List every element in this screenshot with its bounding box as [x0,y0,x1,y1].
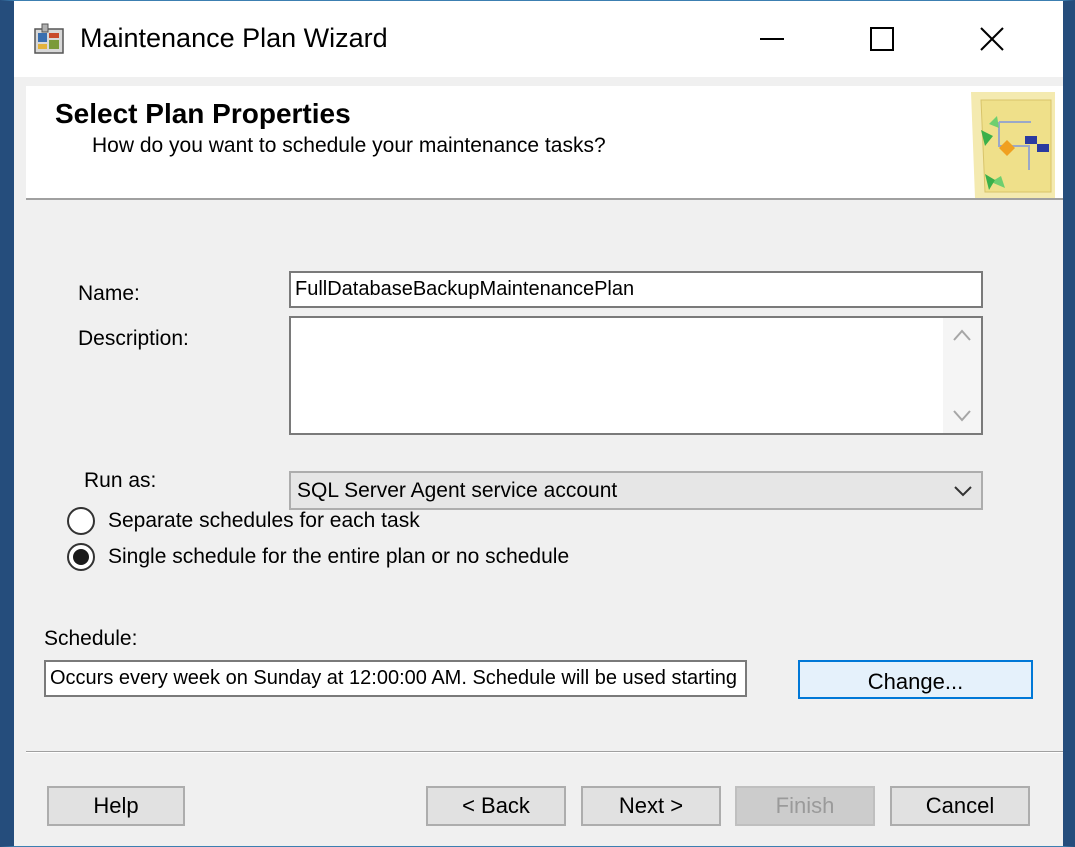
page-subtitle: How do you want to schedule your mainten… [92,134,606,157]
finish-button: Finish [735,786,875,826]
radio-single-schedule[interactable]: Single schedule for the entire plan or n… [67,543,569,571]
close-button[interactable] [937,1,1047,77]
wizard-window: Maintenance Plan Wizard Select Plan Prop… [0,0,1075,847]
back-button[interactable]: < Back [426,786,566,826]
cancel-button[interactable]: Cancel [890,786,1030,826]
footer-separator [26,751,1063,753]
scroll-up-icon[interactable] [952,328,972,342]
radio-separate-label: Separate schedules for each task [108,509,420,532]
help-button[interactable]: Help [47,786,185,826]
title-bar[interactable]: Maintenance Plan Wizard [14,1,1063,77]
description-textarea[interactable] [289,316,983,435]
close-icon [980,27,1004,51]
run-as-dropdown[interactable]: SQL Server Agent service account [289,471,983,510]
maximize-button[interactable] [827,1,937,77]
description-label: Description: [78,327,189,350]
wizard-app-icon [34,23,64,54]
chevron-down-icon [954,485,972,496]
minimize-icon [760,38,784,40]
schedule-label: Schedule: [44,627,138,650]
name-label: Name: [78,282,140,305]
minimize-button[interactable] [717,1,827,77]
wizard-banner-graphic [971,92,1055,198]
wizard-header-banner: Select Plan Properties How do you want t… [26,86,1063,200]
maximize-icon [870,27,894,51]
next-button[interactable]: Next > [581,786,721,826]
name-input[interactable]: FullDatabaseBackupMaintenancePlan [289,271,983,308]
schedule-description-field[interactable]: Occurs every week on Sunday at 12:00:00 … [44,660,747,697]
radio-selected-dot [73,549,89,565]
change-schedule-button[interactable]: Change... [798,660,1033,699]
page-title: Select Plan Properties [55,98,351,129]
radio-single-button[interactable] [67,543,95,571]
radio-separate-schedules[interactable]: Separate schedules for each task [67,507,420,535]
radio-separate-button[interactable] [67,507,95,535]
run-as-selected-value: SQL Server Agent service account [297,478,618,502]
run-as-label: Run as: [84,469,157,492]
window-title: Maintenance Plan Wizard [80,23,388,53]
description-scrollbar[interactable] [943,318,981,433]
radio-single-label: Single schedule for the entire plan or n… [108,545,570,568]
scroll-down-icon[interactable] [952,409,972,423]
